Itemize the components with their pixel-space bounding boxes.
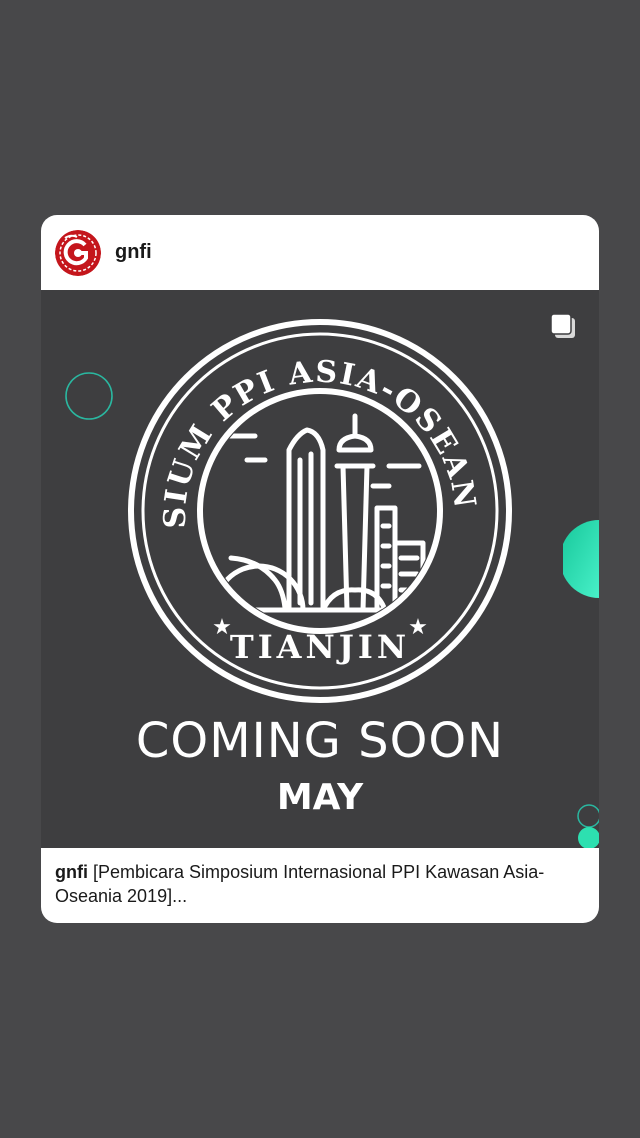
symposium-emblem: SIMPOSIUM PPI ASIA-OSEANIA 2019 TIANJIN … bbox=[127, 318, 512, 703]
emblem-arc-text: SIMPOSIUM PPI ASIA-OSEANIA 2019 bbox=[127, 318, 480, 529]
emblem-city-text: TIANJIN bbox=[230, 628, 410, 666]
caption-text: [Pembicara Simposium Internasional PPI K… bbox=[55, 862, 545, 906]
star-left-icon: ★ bbox=[212, 614, 232, 639]
post-caption[interactable]: gnfi [Pembicara Simposium Internasional … bbox=[55, 860, 587, 908]
coming-soon-headline: COMING SOON bbox=[135, 713, 505, 769]
post-username[interactable]: gnfi bbox=[115, 240, 152, 264]
decor-half-disc-right bbox=[563, 520, 599, 598]
svg-text:SIMPOSIUM PPI ASIA-OSEANIA 201: SIMPOSIUM PPI ASIA-OSEANIA 2019 bbox=[127, 318, 482, 529]
post-header[interactable]: gnfi bbox=[41, 215, 599, 290]
shared-post-card[interactable]: gnfi SIUM PPI ASIA-OSEAN TIANJIN ★ ★ COM… bbox=[41, 215, 599, 923]
decor-ring-left bbox=[65, 372, 113, 420]
multiple-images-icon bbox=[550, 313, 575, 338]
caption-username[interactable]: gnfi bbox=[55, 862, 88, 882]
gnfi-logo-icon[interactable] bbox=[55, 230, 101, 276]
star-right-icon: ★ bbox=[408, 614, 428, 639]
skyline-illustration bbox=[204, 413, 436, 613]
post-image[interactable]: SIMPOSIUM PPI ASIA-OSEANIA 2019 TIANJIN … bbox=[41, 290, 599, 848]
month-subheadline: MAY bbox=[276, 777, 364, 818]
